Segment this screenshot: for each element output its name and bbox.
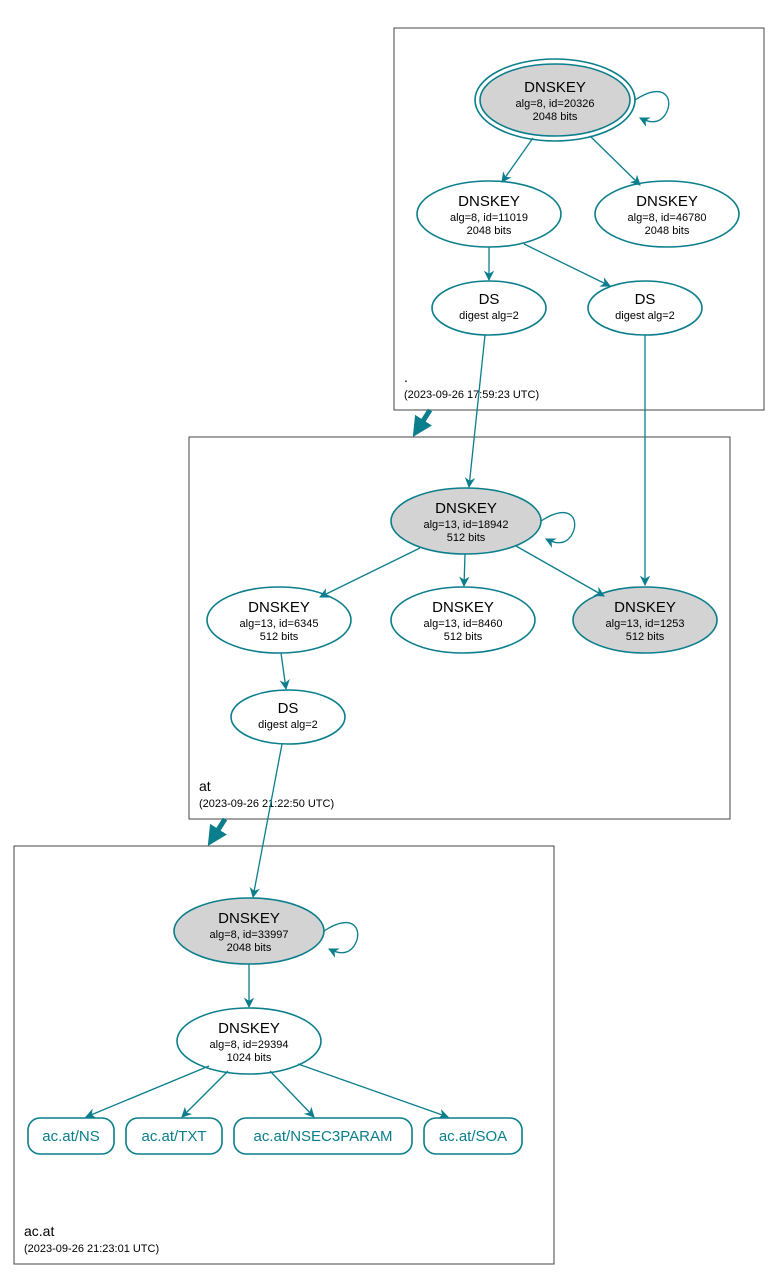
edge-atksk-z1 <box>320 548 420 597</box>
zone-label-root: . <box>404 369 408 385</box>
zone-time-at: (2023-09-26 21:22:50 UTC) <box>199 798 334 810</box>
edge-atz1-ds <box>281 653 286 689</box>
svg-text:alg=13, id=18942: alg=13, id=18942 <box>423 519 508 531</box>
node-at-z3: DNSKEY alg=13, id=1253 512 bits <box>573 587 717 653</box>
svg-text:ac.at/SOA: ac.at/SOA <box>439 1128 507 1145</box>
node-at-ksk: DNSKEY alg=13, id=18942 512 bits <box>391 488 541 554</box>
record-soa: ac.at/SOA <box>424 1118 522 1154</box>
svg-text:512 bits: 512 bits <box>447 532 486 544</box>
svg-text:512 bits: 512 bits <box>626 631 665 643</box>
svg-text:DS: DS <box>479 291 500 308</box>
edge-root-ksk-self <box>635 92 669 122</box>
node-root-zsk1: DNSKEY alg=8, id=11019 2048 bits <box>417 181 561 247</box>
zone-label-at: at <box>199 778 211 794</box>
edge-zone-at-to-acat <box>211 819 225 841</box>
node-root-ds2: DS digest alg=2 <box>588 281 702 335</box>
svg-text:DS: DS <box>278 700 299 717</box>
edge-ac-ksk-self <box>324 923 358 953</box>
node-root-ksk: DNSKEY alg=8, id=20326 2048 bits <box>475 59 635 141</box>
svg-text:alg=8, id=29394: alg=8, id=29394 <box>210 1039 289 1051</box>
svg-text:512 bits: 512 bits <box>444 631 483 643</box>
zone-time-root: (2023-09-26 17:59:23 UTC) <box>404 389 539 401</box>
svg-text:ac.at/NS: ac.at/NS <box>42 1128 100 1145</box>
edge-ds1-atksk <box>469 335 485 487</box>
svg-text:ac.at/TXT: ac.at/TXT <box>141 1128 206 1145</box>
edge-atksk-z3 <box>516 546 604 596</box>
edge-aczsk-soa <box>298 1064 448 1117</box>
edge-at-ksk-self <box>541 513 575 543</box>
edge-rootksk-zsk2 <box>590 136 640 185</box>
svg-text:512 bits: 512 bits <box>260 631 299 643</box>
edge-aczsk-nsec <box>270 1071 314 1117</box>
svg-text:digest alg=2: digest alg=2 <box>258 719 318 731</box>
svg-text:DNSKEY: DNSKEY <box>636 193 698 210</box>
svg-text:DNSKEY: DNSKEY <box>524 79 586 96</box>
svg-text:alg=13, id=8460: alg=13, id=8460 <box>424 618 503 630</box>
node-at-ds: DS digest alg=2 <box>231 690 345 744</box>
svg-text:2048 bits: 2048 bits <box>533 111 578 123</box>
svg-text:DNSKEY: DNSKEY <box>218 1020 280 1037</box>
svg-text:alg=8, id=46780: alg=8, id=46780 <box>628 212 707 224</box>
svg-text:alg=13, id=1253: alg=13, id=1253 <box>606 618 685 630</box>
svg-text:DNSKEY: DNSKEY <box>218 910 280 927</box>
node-ac-ksk: DNSKEY alg=8, id=33997 2048 bits <box>174 898 324 964</box>
svg-text:1024 bits: 1024 bits <box>227 1052 272 1064</box>
edge-rootksk-zsk1 <box>502 138 533 182</box>
svg-text:DNSKEY: DNSKEY <box>458 193 520 210</box>
node-root-zsk2: DNSKEY alg=8, id=46780 2048 bits <box>595 181 739 247</box>
svg-text:alg=13, id=6345: alg=13, id=6345 <box>240 618 319 630</box>
svg-text:alg=8, id=11019: alg=8, id=11019 <box>450 212 528 224</box>
edge-atksk-z2 <box>464 554 465 586</box>
svg-text:2048 bits: 2048 bits <box>467 225 512 237</box>
svg-text:digest alg=2: digest alg=2 <box>615 310 675 322</box>
svg-text:digest alg=2: digest alg=2 <box>459 310 519 322</box>
edge-zsk1-ds2 <box>524 244 610 286</box>
record-txt: ac.at/TXT <box>126 1118 222 1154</box>
svg-text:alg=8, id=33997: alg=8, id=33997 <box>210 929 289 941</box>
zone-label-acat: ac.at <box>24 1223 54 1239</box>
record-ns: ac.at/NS <box>28 1118 114 1154</box>
edge-atds-acksk <box>253 744 282 897</box>
svg-text:DNSKEY: DNSKEY <box>435 500 497 517</box>
zone-time-acat: (2023-09-26 21:23:01 UTC) <box>24 1243 159 1255</box>
svg-text:DNSKEY: DNSKEY <box>432 599 494 616</box>
svg-text:DS: DS <box>635 291 656 308</box>
svg-text:2048 bits: 2048 bits <box>227 942 272 954</box>
edge-zone-root-to-at <box>416 410 430 432</box>
svg-text:DNSKEY: DNSKEY <box>614 599 676 616</box>
record-nsec: ac.at/NSEC3PARAM <box>234 1118 412 1154</box>
svg-text:alg=8, id=20326: alg=8, id=20326 <box>516 98 595 110</box>
svg-text:2048 bits: 2048 bits <box>645 225 690 237</box>
svg-text:ac.at/NSEC3PARAM: ac.at/NSEC3PARAM <box>254 1128 393 1145</box>
edge-aczsk-txt <box>182 1071 228 1117</box>
dnssec-graph: . (2023-09-26 17:59:23 UTC) at (2023-09-… <box>0 0 781 1278</box>
node-root-ds1: DS digest alg=2 <box>432 281 546 335</box>
node-at-z2: DNSKEY alg=13, id=8460 512 bits <box>391 587 535 653</box>
node-at-z1: DNSKEY alg=13, id=6345 512 bits <box>207 587 351 653</box>
svg-text:DNSKEY: DNSKEY <box>248 599 310 616</box>
